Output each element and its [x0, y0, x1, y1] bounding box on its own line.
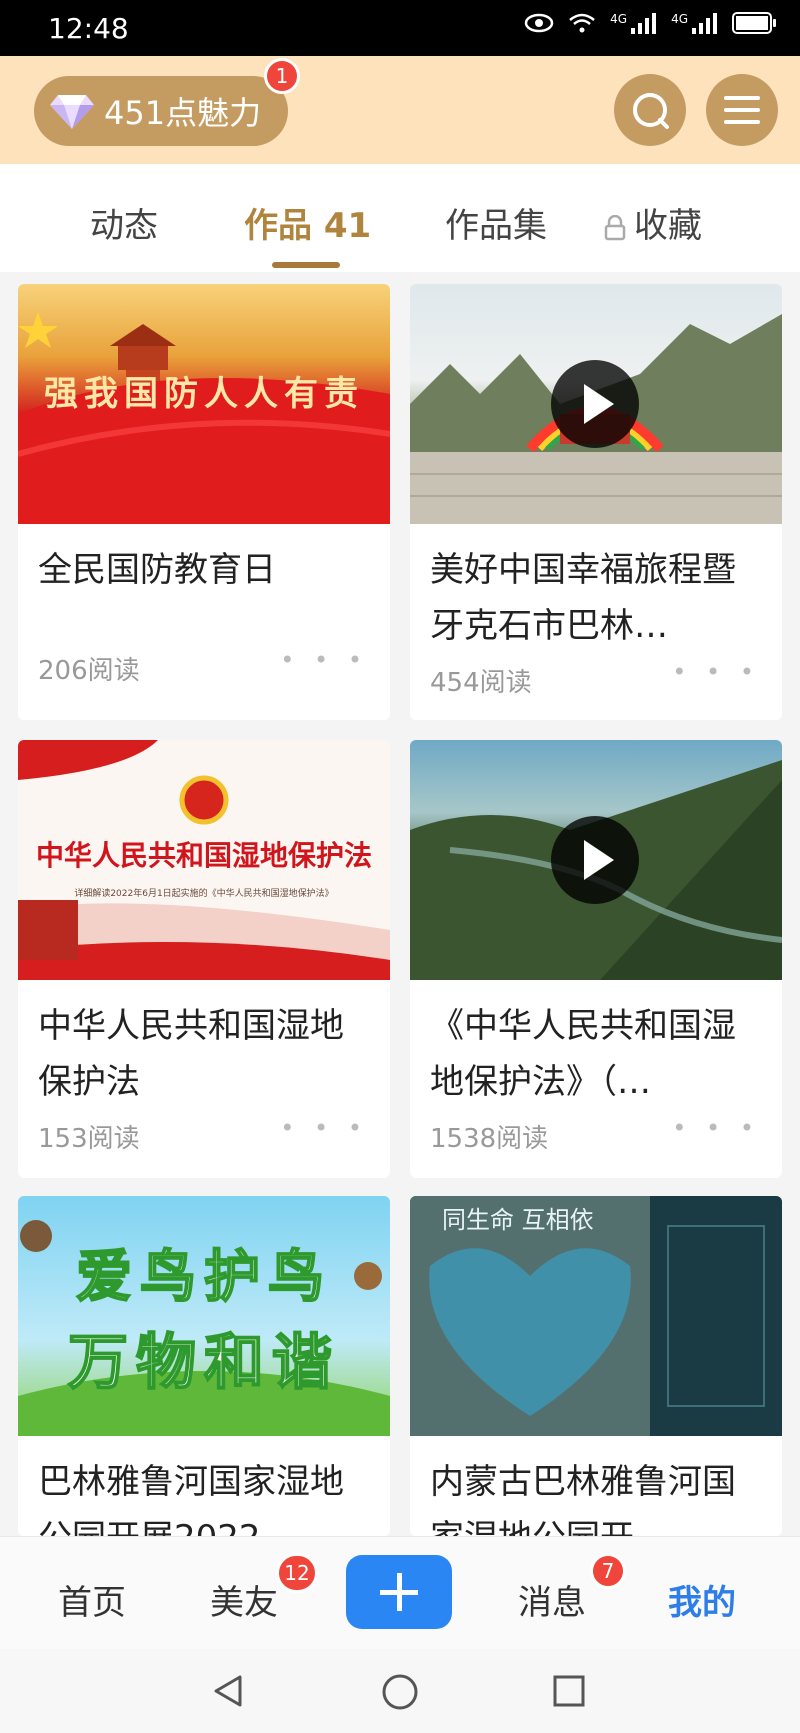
work-title: 中华人民共和国湿地保护法 [38, 1006, 344, 1102]
signal-icon-1 [631, 12, 657, 34]
notification-badge: 1 [264, 58, 300, 94]
content-tabs: 动态 作品 41 作品集 收藏 [0, 164, 800, 272]
menu-icon [724, 96, 760, 124]
status-bar: 12:48 4G 4G [0, 0, 800, 56]
network-type-2: 4G [671, 12, 688, 26]
nav-friends-label: 美友 [210, 1583, 278, 1623]
active-tab-indicator [272, 262, 340, 268]
work-thumbnail: 同生命 互相依 [410, 1196, 782, 1436]
work-thumbnail [410, 284, 782, 524]
work-title: 内蒙古巴林雅鲁河国家湿地公园开 [430, 1462, 736, 1536]
work-title: 巴林雅鲁河国家湿地公园开展2022 [38, 1462, 344, 1536]
work-thumbnail [410, 740, 782, 980]
work-card[interactable]: 中华人民共和国湿地保护法 详细解读2022年6月1日起实施的《中华人民共和国湿地… [18, 740, 390, 1178]
tab-works[interactable]: 作品 41 [244, 198, 371, 247]
create-button[interactable] [346, 1555, 452, 1629]
thumbnail-caption: 中华人民共和国湿地保护法 [35, 839, 372, 872]
work-thumbnail: 爱鸟护鸟 万物和谐 [18, 1196, 390, 1436]
read-count: 1538阅读 [430, 1124, 549, 1154]
network-type-1: 4G [610, 12, 628, 26]
nav-messages[interactable]: 消息 7 [518, 1553, 626, 1624]
play-icon [551, 360, 639, 448]
read-count: 153阅读 [38, 1124, 140, 1154]
read-count: 206阅读 [38, 656, 140, 686]
search-icon [633, 93, 669, 129]
wifi-icon [569, 13, 595, 33]
thumbnail-caption: 同生命 互相依 [442, 1206, 594, 1234]
home-icon[interactable] [381, 1673, 419, 1711]
nav-messages-label: 消息 [518, 1583, 586, 1623]
bottom-navigation: 首页 美友 12 消息 7 我的 [0, 1536, 800, 1649]
charm-points-label: 451点魅力 [104, 94, 262, 132]
search-button[interactable] [614, 74, 686, 146]
work-title: 美好中国幸福旅程暨牙克石市巴林… [430, 550, 736, 646]
work-title: 《中华人民共和国湿地保护法》（… [430, 1006, 736, 1102]
work-card[interactable]: 美好中国幸福旅程暨牙克石市巴林… 454阅读 • • • [410, 284, 782, 720]
status-icons: 4G 4G [524, 12, 776, 34]
tab-activity[interactable]: 动态 [90, 198, 158, 247]
nav-home[interactable]: 首页 [58, 1575, 126, 1624]
thumbnail-caption-line2: 万物和谐 [67, 1327, 340, 1399]
work-thumbnail: 强我国防人人有责 [18, 284, 390, 524]
top-header: 451点魅力 1 [0, 56, 800, 164]
nav-friends[interactable]: 美友 12 [210, 1553, 318, 1624]
signal-icon-2 [692, 12, 718, 34]
work-thumbnail: 中华人民共和国湿地保护法 详细解读2022年6月1日起实施的《中华人民共和国湿地… [18, 740, 390, 980]
more-options-button[interactable]: • • • [672, 658, 760, 686]
work-card[interactable]: 爱鸟护鸟 万物和谐 巴林雅鲁河国家湿地公园开展2022 [18, 1196, 390, 1536]
read-count: 454阅读 [430, 668, 532, 698]
thumbnail-caption: 强我国防人人有责 [44, 374, 364, 414]
more-options-button[interactable]: • • • [672, 1114, 760, 1142]
charm-points-button[interactable]: 451点魅力 1 [34, 58, 300, 146]
thumbnail-subcaption: 详细解读2022年6月1日起实施的《中华人民共和国湿地保护法》 [74, 889, 334, 899]
messages-badge: 7 [590, 1553, 626, 1589]
lock-icon [604, 214, 626, 240]
back-icon[interactable] [210, 1673, 246, 1709]
work-title: 全民国防教育日 [38, 550, 276, 590]
work-card[interactable]: 强我国防人人有责 全民国防教育日 206阅读 • • • [18, 284, 390, 720]
nav-mine[interactable]: 我的 [668, 1575, 736, 1624]
more-options-button[interactable]: • • • [280, 646, 368, 674]
work-card[interactable]: 《中华人民共和国湿地保护法》（… 1538阅读 • • • [410, 740, 782, 1178]
play-icon [551, 816, 639, 904]
clock: 12:48 [48, 12, 129, 45]
tab-collections[interactable]: 作品集 [445, 198, 547, 247]
diamond-icon [50, 95, 94, 129]
battery-icon [732, 12, 776, 34]
thumbnail-caption-line1: 爱鸟护鸟 [75, 1244, 332, 1311]
friends-badge: 12 [276, 1553, 318, 1593]
work-card[interactable]: 同生命 互相依 内蒙古巴林雅鲁河国家湿地公园开 [410, 1196, 782, 1536]
tab-favorites-label: 收藏 [634, 206, 702, 246]
more-options-button[interactable]: • • • [280, 1114, 368, 1142]
menu-button[interactable] [706, 74, 778, 146]
recents-icon[interactable] [552, 1674, 586, 1708]
eye-icon [524, 13, 554, 33]
tab-favorites[interactable]: 收藏 [604, 198, 702, 247]
system-navigation-bar [0, 1649, 800, 1733]
